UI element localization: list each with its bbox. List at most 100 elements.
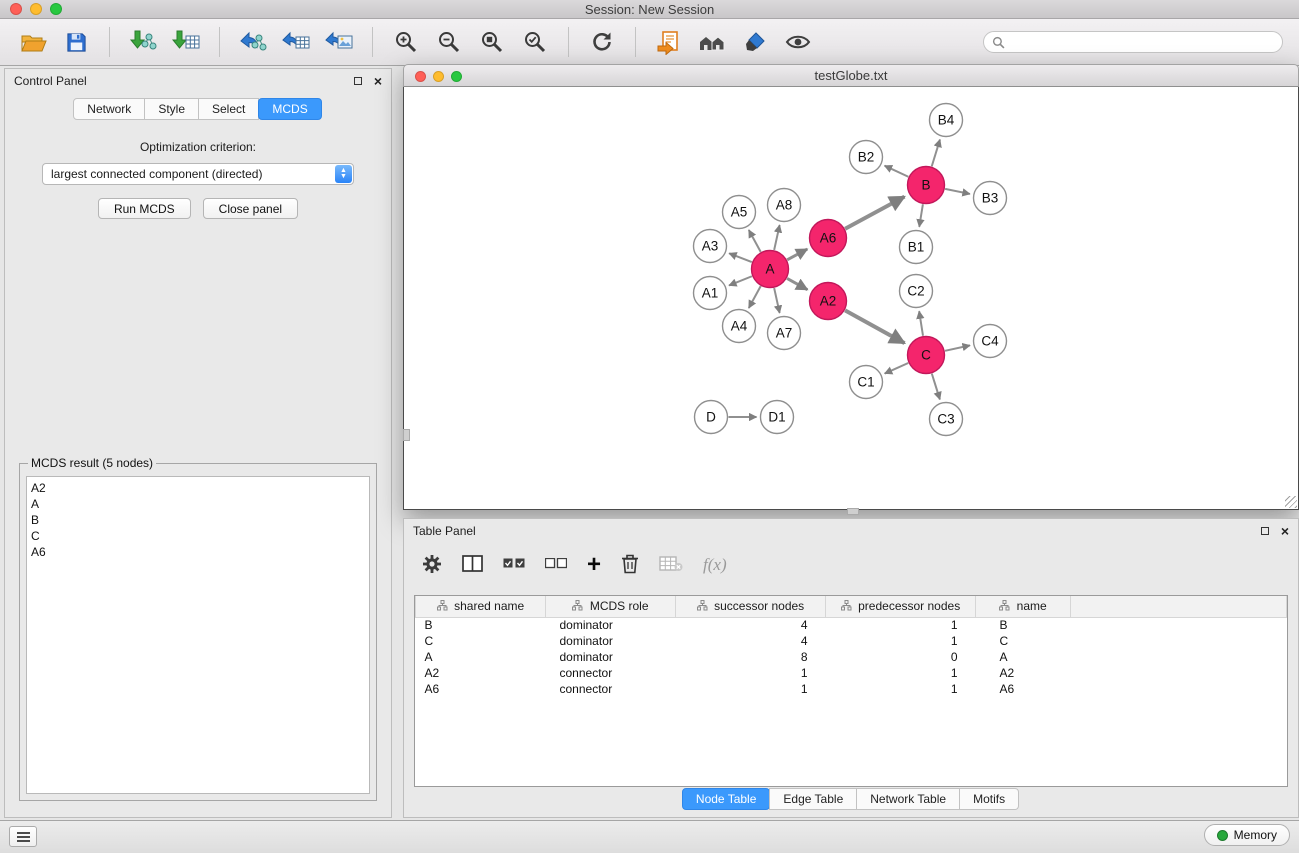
zoom-in-button[interactable] xyxy=(389,25,423,59)
import-table-button[interactable] xyxy=(169,25,203,59)
graph-node-A1[interactable]: A1 xyxy=(694,277,727,310)
table-row[interactable]: Cdominator41C xyxy=(416,633,1287,649)
tab-edge-table[interactable]: Edge Table xyxy=(769,788,857,810)
mcds-result-item[interactable]: A6 xyxy=(31,544,365,560)
show-columns-button[interactable] xyxy=(462,554,483,576)
close-table-panel-icon[interactable]: × xyxy=(1281,526,1289,536)
table-settings-button[interactable] xyxy=(422,554,442,577)
graph-edge-A-A4[interactable] xyxy=(749,286,761,308)
graph-node-A8[interactable]: A8 xyxy=(768,189,801,222)
table-row[interactable]: Adominator80A xyxy=(416,649,1287,665)
resize-handle[interactable] xyxy=(1285,496,1297,508)
graph-node-B[interactable]: B xyxy=(908,167,945,204)
graph-edge-A6-B[interactable] xyxy=(845,197,904,229)
zoom-out-button[interactable] xyxy=(432,25,466,59)
search-input[interactable] xyxy=(1010,35,1274,49)
graph-edge-B-B4[interactable] xyxy=(932,140,940,167)
tab-node-table[interactable]: Node Table xyxy=(682,788,771,810)
tab-network-table[interactable]: Network Table xyxy=(856,788,960,810)
export-network-button[interactable] xyxy=(236,25,270,59)
export-image-button[interactable] xyxy=(322,25,356,59)
graph-edge-C-C1[interactable] xyxy=(885,363,909,374)
open-session-button[interactable] xyxy=(16,25,50,59)
graph-node-A5[interactable]: A5 xyxy=(723,196,756,229)
apply-layout-button[interactable] xyxy=(652,25,686,59)
graph-node-C2[interactable]: C2 xyxy=(900,275,933,308)
save-session-button[interactable] xyxy=(59,25,93,59)
select-all-columns-button[interactable] xyxy=(503,558,525,572)
graph-edge-B-B3[interactable] xyxy=(945,189,970,194)
minimize-window-button[interactable] xyxy=(30,3,42,15)
memory-button[interactable]: Memory xyxy=(1204,824,1290,846)
graph-node-D[interactable]: D xyxy=(695,401,728,434)
table-row[interactable]: Bdominator41B xyxy=(416,617,1287,633)
close-window-button[interactable] xyxy=(10,3,22,15)
graph-node-C3[interactable]: C3 xyxy=(930,403,963,436)
graph-edge-A-A7[interactable] xyxy=(774,288,779,313)
mcds-result-item[interactable]: C xyxy=(31,528,365,544)
tab-select[interactable]: Select xyxy=(198,98,259,120)
tab-mcds[interactable]: MCDS xyxy=(258,98,321,120)
column-header-MCDS-role[interactable]: MCDS role xyxy=(546,596,676,617)
graph-node-A3[interactable]: A3 xyxy=(694,230,727,263)
zoom-network-window-button[interactable] xyxy=(451,71,462,82)
column-header-successor-nodes[interactable]: successor nodes xyxy=(676,596,826,617)
graph-node-D1[interactable]: D1 xyxy=(761,401,794,434)
import-network-button[interactable] xyxy=(126,25,160,59)
graph-node-B2[interactable]: B2 xyxy=(850,141,883,174)
tab-motifs[interactable]: Motifs xyxy=(959,788,1019,810)
export-table-button[interactable] xyxy=(279,25,313,59)
graph-node-A4[interactable]: A4 xyxy=(723,310,756,343)
unselect-all-columns-button[interactable] xyxy=(545,558,567,572)
graphics-details-button[interactable] xyxy=(781,25,815,59)
mcds-result-item[interactable]: B xyxy=(31,512,365,528)
graph-edge-A-A5[interactable] xyxy=(749,230,761,252)
network-overview-button[interactable] xyxy=(695,25,729,59)
zoom-fit-button[interactable] xyxy=(475,25,509,59)
vertical-splitter-handle[interactable] xyxy=(403,429,410,441)
graph-edge-A2-C[interactable] xyxy=(845,310,904,343)
graph-edge-C-C4[interactable] xyxy=(945,345,970,350)
close-panel-button[interactable]: Close panel xyxy=(203,198,298,219)
mcds-result-list[interactable]: A2ABCA6 xyxy=(26,476,370,794)
tab-network[interactable]: Network xyxy=(73,98,145,120)
graph-edge-C-C2[interactable] xyxy=(919,311,923,335)
network-canvas[interactable]: B4B2BB3A8A5A6A3B1AC2A1A2A4A7C4CC1DD1C3 xyxy=(403,87,1299,510)
refresh-view-button[interactable] xyxy=(585,25,619,59)
function-builder-button[interactable]: f(x) xyxy=(703,555,727,575)
close-network-window-button[interactable] xyxy=(415,71,426,82)
graph-node-A7[interactable]: A7 xyxy=(768,317,801,350)
create-column-button[interactable]: + xyxy=(587,555,601,575)
graph-node-B4[interactable]: B4 xyxy=(930,104,963,137)
graph-node-A2[interactable]: A2 xyxy=(810,283,847,320)
graph-edge-A-A2[interactable] xyxy=(787,278,807,289)
toolbar-search[interactable] xyxy=(983,31,1283,53)
float-panel-icon[interactable] xyxy=(354,77,362,85)
zoom-window-button[interactable] xyxy=(50,3,62,15)
graph-node-A[interactable]: A xyxy=(752,251,789,288)
graph-edge-A-A6[interactable] xyxy=(787,249,807,260)
table-row[interactable]: A6connector11A6 xyxy=(416,681,1287,697)
mcds-result-item[interactable]: A2 xyxy=(31,480,365,496)
zoom-selected-button[interactable] xyxy=(518,25,552,59)
graph-edge-C-C3[interactable] xyxy=(932,374,940,400)
float-table-panel-icon[interactable] xyxy=(1261,527,1269,535)
delete-column-button[interactable] xyxy=(621,553,639,577)
graph-node-B1[interactable]: B1 xyxy=(900,231,933,264)
minimize-network-window-button[interactable] xyxy=(433,71,444,82)
graph-edge-A-A3[interactable] xyxy=(729,253,752,262)
column-header-name[interactable]: name xyxy=(976,596,1071,617)
mcds-result-item[interactable]: A xyxy=(31,496,365,512)
graph-edge-A-A8[interactable] xyxy=(774,225,779,250)
column-header-predecessor-nodes[interactable]: predecessor nodes xyxy=(826,596,976,617)
graph-edge-A-A1[interactable] xyxy=(729,276,752,285)
graph-edge-B-B2[interactable] xyxy=(885,166,909,177)
graph-node-C1[interactable]: C1 xyxy=(850,366,883,399)
delete-table-button[interactable] xyxy=(659,555,683,575)
graph-edge-B-B1[interactable] xyxy=(919,204,923,227)
style-brush-button[interactable] xyxy=(738,25,772,59)
network-window-titlebar[interactable]: testGlobe.txt xyxy=(403,64,1299,87)
table-row[interactable]: A2connector11A2 xyxy=(416,665,1287,681)
graph-node-A6[interactable]: A6 xyxy=(810,220,847,257)
show-panel-menu-button[interactable] xyxy=(9,826,37,847)
